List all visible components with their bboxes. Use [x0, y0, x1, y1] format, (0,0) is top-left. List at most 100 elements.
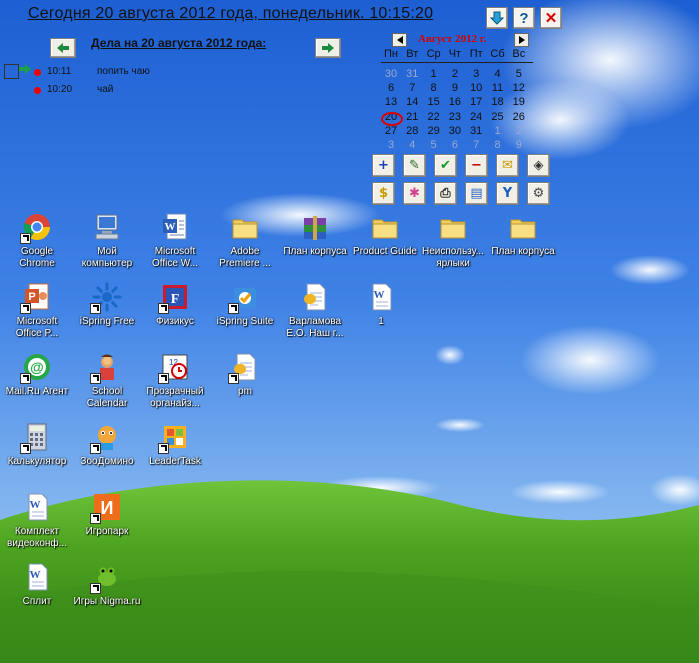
- calendar-day[interactable]: 29: [423, 125, 445, 139]
- eraser-button[interactable]: ◈: [527, 154, 550, 177]
- weekday-header: Пн: [384, 48, 398, 60]
- calendar-day[interactable]: 24: [465, 111, 487, 125]
- desktop-icon-igry-nigma[interactable]: Игры Nigma.ru: [72, 562, 142, 608]
- calendar-day[interactable]: 1: [487, 125, 509, 139]
- desktop-icon-label: Комплект видеоконф...: [7, 526, 67, 549]
- desktop-icon-mailru-agent[interactable]: @ Mail.Ru Агент: [2, 352, 72, 398]
- calendar-day[interactable]: 20: [380, 111, 403, 126]
- calendar-day[interactable]: 26: [508, 111, 530, 125]
- desktop-icon-komplekt[interactable]: W Комплект видеоконф...: [2, 492, 72, 550]
- calendar-day[interactable]: 4: [401, 139, 423, 153]
- next-day-button[interactable]: [315, 38, 341, 58]
- shortcut-arrow-icon: [90, 373, 101, 384]
- minus-button[interactable]: −: [465, 154, 488, 177]
- desktop-icon-leadertask[interactable]: LeaderTask: [140, 422, 210, 468]
- desktop-icon-google-chrome[interactable]: Google Chrome: [2, 212, 72, 270]
- desktop-icon-doc-1[interactable]: W1: [346, 282, 416, 328]
- desktop-icon-prozrachny-organizer[interactable]: 12 Прозрачный органайз...: [140, 352, 210, 410]
- printer-button[interactable]: ⎙: [434, 182, 457, 205]
- desktop-icon-ispring-free[interactable]: iSpring Free: [72, 282, 142, 328]
- desktop-icon-my-computer[interactable]: Мой компьютер: [72, 212, 142, 270]
- plus-button[interactable]: +: [372, 154, 395, 177]
- calendar-day[interactable]: 3: [465, 68, 487, 82]
- calendar-day[interactable]: 12: [508, 82, 530, 96]
- tools-button[interactable]: Y: [496, 182, 519, 205]
- calendar-day[interactable]: 30: [444, 125, 466, 139]
- calendar-day[interactable]: 6: [444, 139, 466, 153]
- calendar-day[interactable]: 30: [380, 68, 402, 82]
- desktop-icon-unused-shortcuts[interactable]: Неиспользу... ярлыки: [418, 212, 488, 270]
- edit-button[interactable]: ✎: [403, 154, 426, 177]
- prev-day-button[interactable]: [50, 38, 76, 58]
- notes-icon: ▤: [470, 186, 483, 201]
- calendar-day[interactable]: 6: [380, 82, 402, 96]
- calendar-day[interactable]: 9: [444, 82, 466, 96]
- calendar-day[interactable]: 13: [380, 96, 402, 110]
- svg-text:W: W: [165, 221, 176, 233]
- calendar-day[interactable]: 27: [380, 125, 402, 139]
- calendar-day[interactable]: 9: [508, 139, 530, 153]
- calendar-day[interactable]: 5: [508, 68, 530, 82]
- desktop-icon-adobe-premiere[interactable]: Adobe Premiere ...: [210, 212, 280, 270]
- mailru-icon: @: [20, 352, 52, 384]
- calendar-day[interactable]: 17: [465, 96, 487, 110]
- calendar-day[interactable]: 21: [401, 111, 423, 125]
- calendar-day[interactable]: 2: [444, 68, 466, 82]
- weekday-header: Ср: [426, 48, 441, 60]
- calendar-day[interactable]: 8: [423, 82, 445, 96]
- money-button[interactable]: $: [372, 182, 395, 205]
- calendar-day[interactable]: 31: [465, 125, 487, 139]
- desktop-icon-ms-office-powerpoint[interactable]: P Microsoft Office P...: [2, 282, 72, 340]
- desktop-icon-zoodomino[interactable]: ЗооДомино: [72, 422, 142, 468]
- task-row[interactable]: 10:20 чай: [0, 84, 200, 100]
- ispring-icon: [90, 282, 122, 314]
- desktop-icon-igropark[interactable]: И Игропарк: [72, 492, 142, 538]
- calendar-day[interactable]: 2: [508, 125, 530, 139]
- mail-button[interactable]: ✉: [496, 154, 519, 177]
- desktop-icon-ms-office-word[interactable]: W Microsoft Office W...: [140, 212, 210, 270]
- calendar-day[interactable]: 1: [423, 68, 445, 82]
- calendar-day[interactable]: 11: [487, 82, 509, 96]
- calendar-day[interactable]: 22: [423, 111, 445, 125]
- desktop-icon-product-guide[interactable]: Product Guide: [350, 212, 420, 258]
- close-button[interactable]: ✕: [540, 7, 562, 29]
- calendar-day[interactable]: 23: [444, 111, 466, 125]
- calendar-day[interactable]: 25: [487, 111, 509, 125]
- calendar-day[interactable]: 7: [465, 139, 487, 153]
- calendar-day[interactable]: 19: [508, 96, 530, 110]
- calendar-day[interactable]: 31: [401, 68, 423, 82]
- burst-button[interactable]: ✱: [403, 182, 426, 205]
- task-row[interactable]: 10:11 попить чаю: [0, 66, 200, 82]
- desktop-icon-pm[interactable]: pm: [210, 352, 280, 398]
- calendar-day[interactable]: 18: [487, 96, 509, 110]
- calendar-day[interactable]: 5: [423, 139, 445, 153]
- svg-text:И: И: [101, 498, 114, 518]
- calendar-day[interactable]: 7: [401, 82, 423, 96]
- triangle-left-icon: [396, 36, 403, 44]
- next-month-button[interactable]: [514, 33, 529, 47]
- desktop-icon-school-calendar[interactable]: School Calendar: [72, 352, 142, 410]
- calendar-day[interactable]: 16: [444, 96, 466, 110]
- notes-button[interactable]: ▤: [465, 182, 488, 205]
- help-button[interactable]: ?: [513, 7, 535, 29]
- desktop-icon-fizikus[interactable]: F Физикус: [140, 282, 210, 328]
- desktop-icon-calculator[interactable]: Калькулятор: [2, 422, 72, 468]
- calendar-day[interactable]: 28: [401, 125, 423, 139]
- calendar-day[interactable]: 8: [487, 139, 509, 153]
- svg-text:P: P: [28, 291, 35, 303]
- desktop-icon-split[interactable]: W Сплит: [2, 562, 72, 608]
- desktop-icon-plan-korpusa-archive[interactable]: План корпуса: [280, 212, 350, 258]
- calendar-day[interactable]: 3: [380, 139, 402, 153]
- prev-month-button[interactable]: [392, 33, 407, 47]
- calendar-day[interactable]: 15: [423, 96, 445, 110]
- desktop-icon-ispring-suite[interactable]: iSpring Suite: [210, 282, 280, 328]
- check-button[interactable]: ✔: [434, 154, 457, 177]
- desktop-icon-plan-korpusa-folder[interactable]: План корпуса: [488, 212, 558, 258]
- calendar-day[interactable]: 10: [465, 82, 487, 96]
- download-button[interactable]: [486, 7, 508, 29]
- calendar-day[interactable]: 4: [487, 68, 509, 82]
- settings-button[interactable]: ⚙: [527, 182, 550, 205]
- desktop-icon-varlamova-doc[interactable]: Варламова Е.О. Наш г...: [280, 282, 350, 340]
- calendar-day[interactable]: 14: [401, 96, 423, 110]
- desktop-icon-label: Product Guide: [353, 246, 417, 257]
